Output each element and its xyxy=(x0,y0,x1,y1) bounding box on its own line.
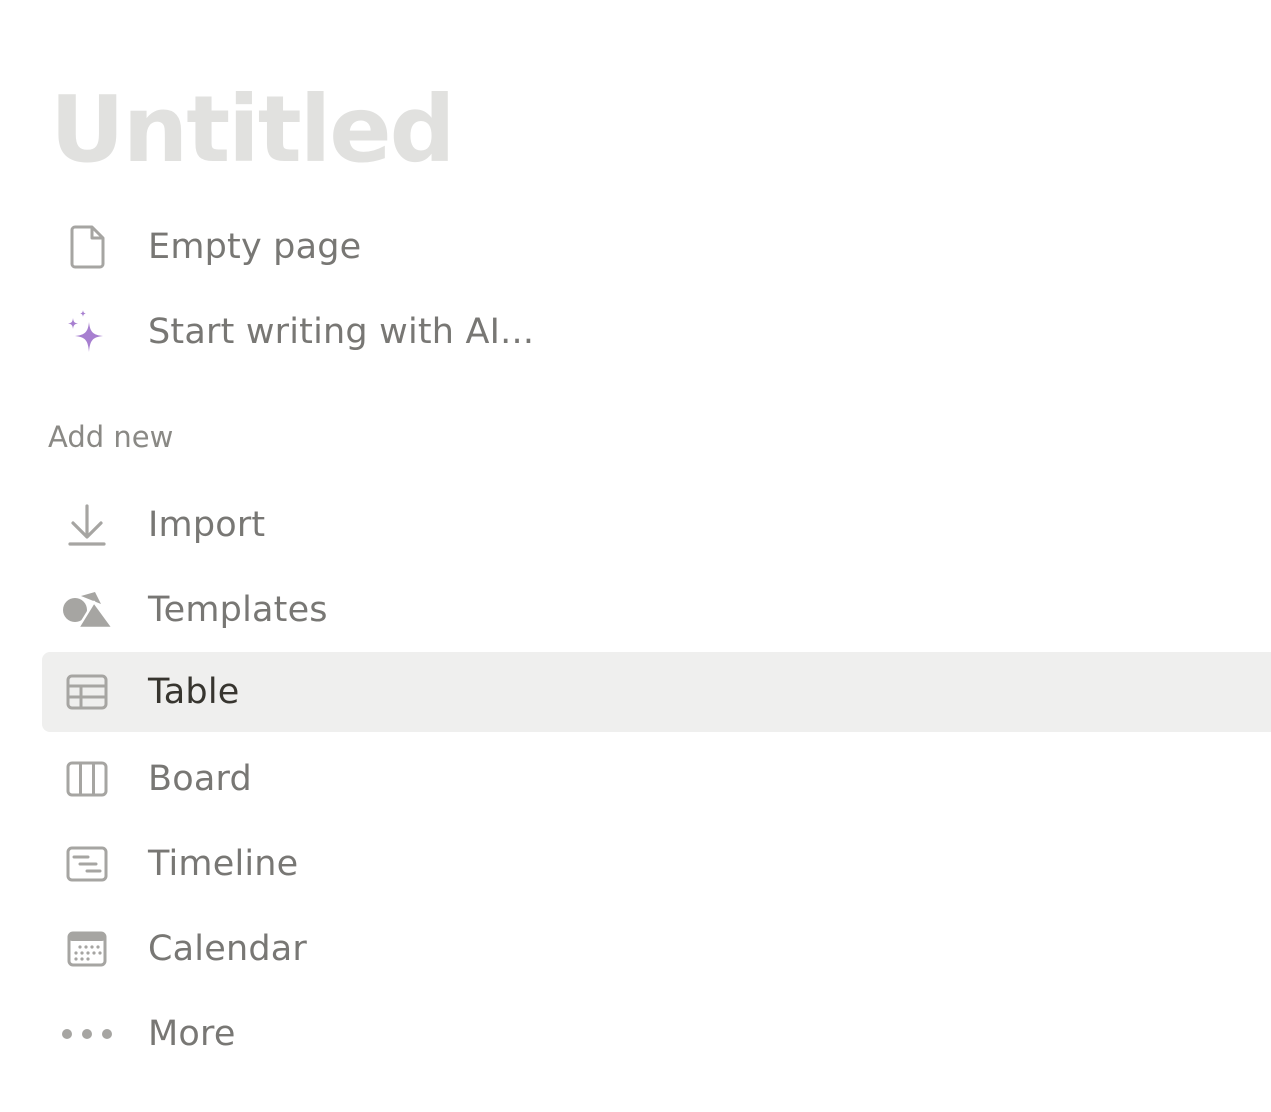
sparkle-icon xyxy=(60,305,114,359)
calendar-label: Calendar xyxy=(148,928,307,969)
timeline-icon xyxy=(60,837,114,891)
board-label: Board xyxy=(148,758,252,799)
download-icon xyxy=(60,498,114,552)
templates-label: Templates xyxy=(148,589,328,630)
more-option[interactable]: More xyxy=(42,994,1271,1073)
table-option[interactable]: Table xyxy=(42,652,1271,732)
templates-option[interactable]: Templates xyxy=(42,570,1271,649)
calendar-option[interactable]: Calendar xyxy=(42,909,1271,988)
start-writing-with-ai-option[interactable]: Start writing with AI... xyxy=(42,292,1271,371)
empty-page-option[interactable]: Empty page xyxy=(42,207,1271,286)
board-option[interactable]: Board xyxy=(42,739,1271,818)
table-icon xyxy=(60,665,114,719)
table-label: Table xyxy=(148,672,240,712)
page-title[interactable]: Untitled xyxy=(50,74,455,186)
import-option[interactable]: Import xyxy=(42,485,1271,564)
more-label: More xyxy=(148,1013,236,1054)
shapes-icon xyxy=(60,583,114,637)
empty-page-label: Empty page xyxy=(148,226,362,267)
start-writing-with-ai-label: Start writing with AI... xyxy=(148,311,535,352)
document-icon xyxy=(60,220,114,274)
timeline-option[interactable]: Timeline xyxy=(42,824,1271,903)
board-icon xyxy=(60,752,114,806)
timeline-label: Timeline xyxy=(148,843,299,884)
add-new-heading: Add new xyxy=(48,420,174,454)
more-icon xyxy=(60,1007,114,1061)
calendar-icon xyxy=(60,922,114,976)
import-label: Import xyxy=(148,504,266,545)
